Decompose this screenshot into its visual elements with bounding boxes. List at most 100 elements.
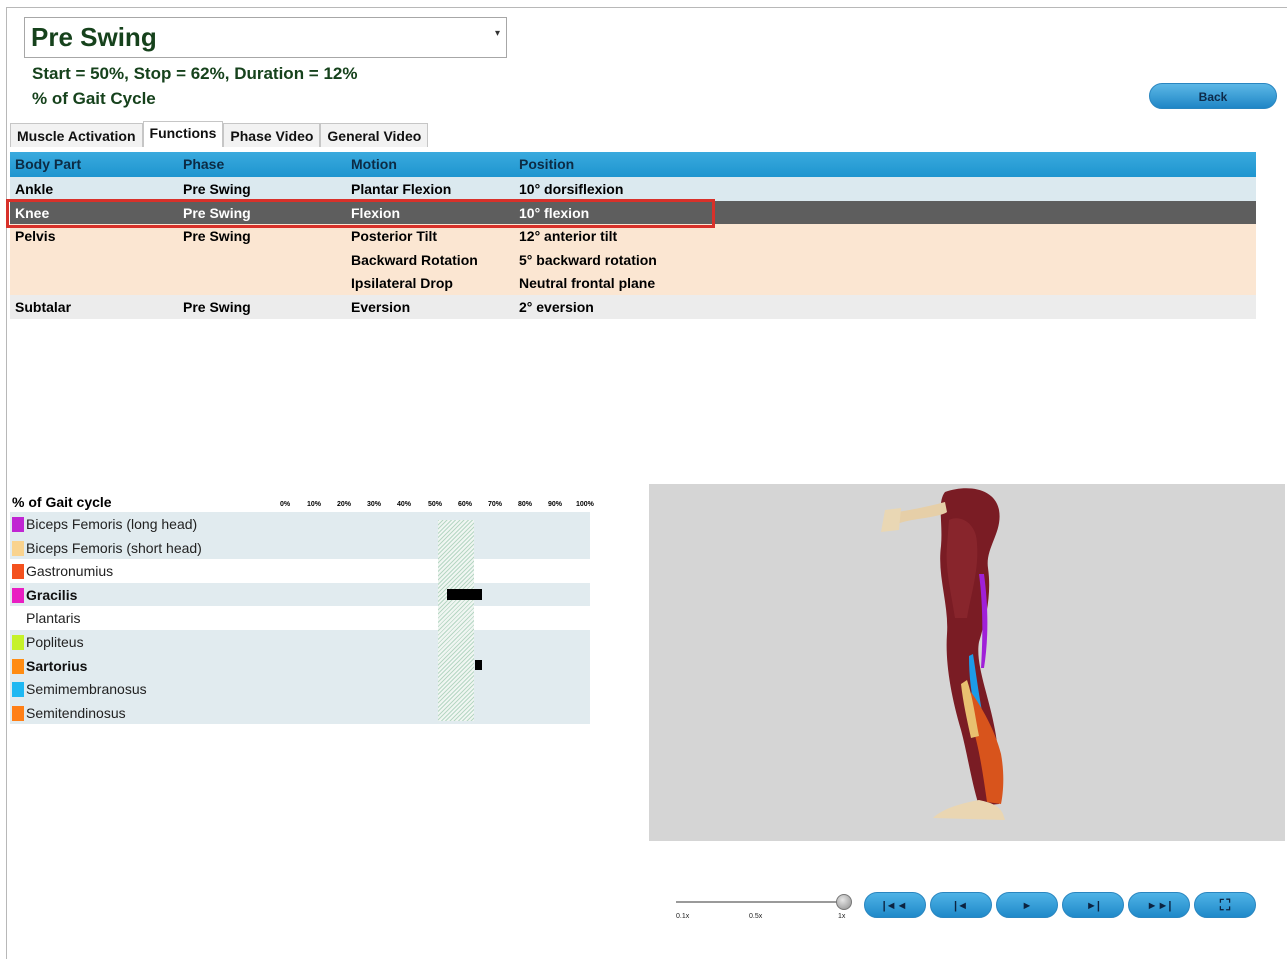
speed-label: 0.5x — [749, 913, 763, 920]
skip-to-end-icon: ►►| — [1146, 900, 1172, 912]
functions-table: Body Part Phase Motion Position Ankle Pr… — [10, 152, 1256, 319]
header-phase: Phase — [183, 156, 225, 172]
speed-label: 1x — [838, 913, 846, 920]
color-swatch — [12, 635, 24, 650]
skip-to-start-icon: |◄◄ — [882, 900, 908, 912]
cell-position: 5° backward rotation — [519, 251, 657, 268]
color-swatch — [12, 658, 24, 674]
skip-to-end-button[interactable]: ►►| — [1128, 892, 1190, 918]
muscle-row[interactable]: Semitendinosus — [10, 700, 590, 725]
cell-position: 12° anterior tilt — [519, 228, 618, 245]
table-header-row: Body Part Phase Motion Position — [10, 152, 1256, 177]
tick-label: 80% — [518, 501, 533, 508]
tab-general-video[interactable]: General Video — [320, 123, 429, 147]
muscle-name: Gastronumius — [26, 563, 114, 580]
phase-dropdown-value: Pre Swing — [31, 22, 157, 52]
muscle-row[interactable]: Biceps Femoris (long head) — [10, 512, 590, 536]
tick-label: 90% — [548, 501, 563, 508]
color-swatch — [12, 517, 24, 532]
sartorius-activation-bar — [475, 660, 482, 670]
cell-position: 2° eversion — [519, 298, 594, 315]
tick-label: 40% — [397, 501, 412, 508]
muscle-name: Plantaris — [26, 610, 81, 627]
cell-motion: Backward Rotation — [351, 251, 478, 268]
header-position: Position — [519, 156, 575, 172]
table-row-pelvis-drop[interactable]: Ipsilateral Drop Neutral frontal plane — [10, 271, 1256, 295]
muscle-name: Popliteus — [26, 634, 84, 650]
color-swatch — [12, 540, 24, 556]
cell-motion: Posterior Tilt — [351, 228, 438, 245]
tab-bar: Muscle Activation Functions Phase Video … — [10, 121, 429, 148]
speed-slider-knob[interactable] — [836, 894, 852, 910]
tick-label: 20% — [337, 501, 352, 508]
cell-body-part: Pelvis — [15, 228, 56, 245]
play-button[interactable]: ► — [996, 892, 1058, 918]
cell-position: 10° dorsiflexion — [519, 181, 624, 197]
skip-to-start-button[interactable]: |◄◄ — [864, 892, 926, 918]
gait-chart-title: % of Gait cycle — [12, 494, 112, 510]
speed-slider[interactable]: 0.1x 0.5x 1x — [676, 894, 852, 927]
color-swatch — [12, 564, 24, 580]
step-forward-button[interactable]: ►| — [1062, 892, 1124, 918]
muscle-row[interactable]: Gracilis — [10, 582, 590, 607]
muscle-row[interactable]: Semimembranosus — [10, 677, 590, 701]
tab-muscle-activation[interactable]: Muscle Activation — [10, 123, 143, 147]
muscle-name: Biceps Femoris (short head) — [26, 539, 202, 556]
muscle-name: Semimembranosus — [26, 681, 147, 698]
fullscreen-icon: ⛶ — [1219, 897, 1231, 914]
muscle-name: Sartorius — [26, 657, 88, 674]
cell-position: 10° flexion — [519, 204, 590, 221]
tick-label: 30% — [367, 501, 382, 508]
tab-phase-video[interactable]: Phase Video — [223, 123, 321, 147]
color-swatch — [12, 705, 24, 721]
muscle-row[interactable]: Biceps Femoris (short head) — [10, 535, 590, 560]
cell-motion: Eversion — [351, 298, 411, 315]
step-back-button[interactable]: |◄ — [930, 892, 992, 918]
play-icon: ► — [1021, 900, 1033, 912]
muscle-name: Semitendinosus — [26, 704, 126, 721]
table-row-knee-selected[interactable]: Knee Pre Swing Flexion 10° flexion — [10, 200, 1256, 225]
back-button[interactable]: Back — [1149, 83, 1277, 109]
fullscreen-button[interactable]: ⛶ — [1194, 892, 1256, 918]
cell-position: Neutral frontal plane — [519, 275, 656, 292]
muscle-row[interactable]: Popliteus — [10, 630, 590, 654]
phase-window-hatch — [438, 520, 474, 721]
speed-slider-track — [676, 901, 844, 903]
gracilis-activation-bar — [447, 589, 482, 600]
muscle-name: Biceps Femoris (long head) — [26, 516, 198, 532]
tick-label: 60% — [458, 501, 473, 508]
step-back-icon: |◄ — [954, 900, 968, 912]
muscle-name: Gracilis — [26, 586, 78, 603]
phase-timing-text: Start = 50%, Stop = 62%, Duration = 12% — [32, 64, 358, 83]
muscle-row[interactable]: Gastronumius — [10, 559, 590, 583]
cell-motion: Plantar Flexion — [351, 181, 452, 197]
speed-label: 0.1x — [676, 913, 690, 920]
color-swatch — [12, 587, 24, 603]
step-forward-icon: ►| — [1086, 900, 1100, 912]
tick-label: 0% — [280, 501, 291, 508]
cell-phase: Pre Swing — [183, 204, 251, 221]
header-body-part: Body Part — [15, 156, 82, 172]
tick-label: 100% — [576, 501, 594, 508]
table-row-subtalar[interactable]: Subtalar Pre Swing Eversion 2° eversion — [10, 294, 1256, 319]
color-swatch — [12, 682, 24, 698]
cell-motion: Flexion — [351, 204, 401, 221]
gait-cycle-label: % of Gait Cycle — [32, 89, 156, 108]
anatomy-3d-viewer[interactable] — [649, 484, 1285, 841]
table-row-pelvis[interactable]: Pelvis Pre Swing Posterior Tilt 12° ante… — [10, 224, 1256, 248]
header-motion: Motion — [351, 156, 397, 172]
phase-dropdown[interactable]: Pre Swing ▾ — [24, 17, 507, 58]
muscle-row[interactable]: Plantaris — [10, 606, 590, 630]
table-row-ankle[interactable]: Ankle Pre Swing Plantar Flexion 10° dors… — [10, 177, 1256, 201]
cell-phase: Pre Swing — [183, 228, 251, 245]
cell-body-part: Knee — [15, 204, 50, 221]
tab-functions[interactable]: Functions — [142, 121, 224, 147]
tick-label: 70% — [488, 501, 503, 508]
tick-label: 10% — [307, 501, 322, 508]
cell-motion: Ipsilateral Drop — [351, 275, 453, 292]
cell-body-part: Ankle — [15, 181, 54, 197]
muscle-row[interactable]: Sartorius — [10, 653, 590, 678]
cell-phase: Pre Swing — [183, 181, 251, 197]
table-row-pelvis-rotation[interactable]: Backward Rotation 5° backward rotation — [10, 247, 1256, 272]
cell-body-part: Subtalar — [15, 298, 72, 315]
